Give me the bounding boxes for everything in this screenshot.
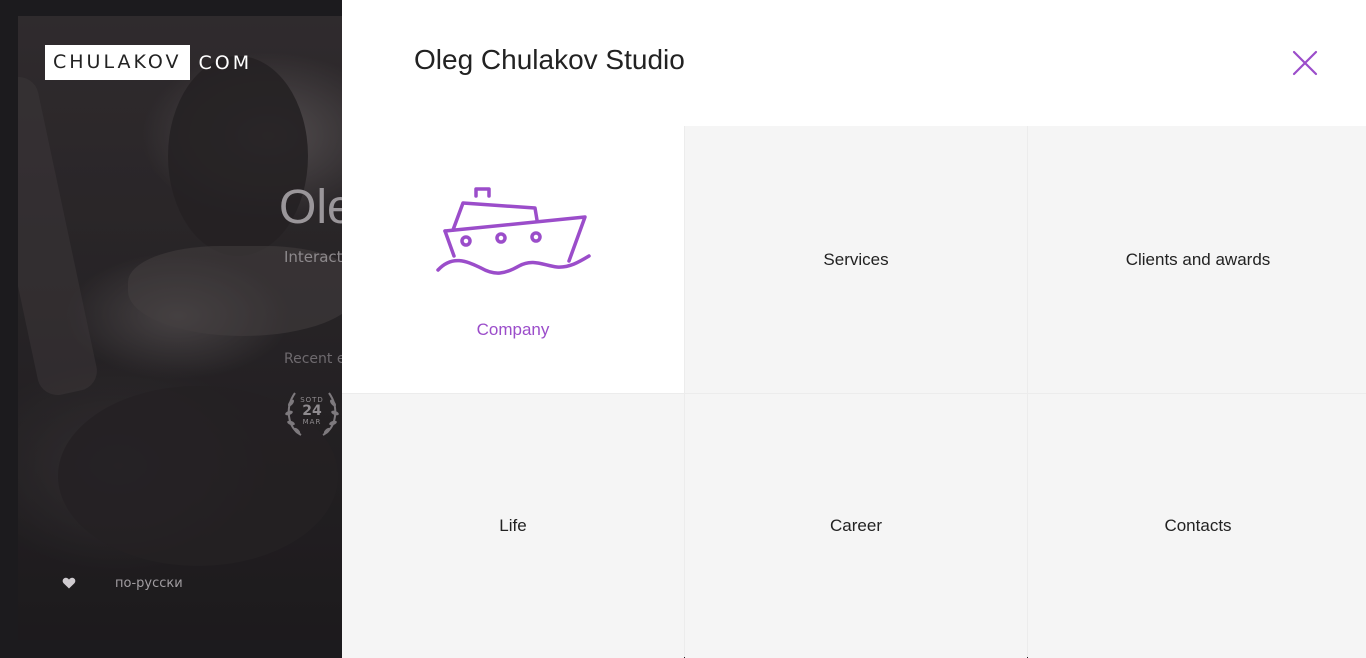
background-page <box>18 16 358 640</box>
menu-item-company[interactable]: Company <box>342 126 684 393</box>
menu-item-label: Services <box>823 249 889 269</box>
menu-item-label: Career <box>830 516 882 535</box>
site-logo[interactable]: CHULAKOV COM <box>45 45 252 80</box>
menu-item-clients-and-awards[interactable]: Clients and awards <box>1028 126 1366 393</box>
background-hero-subtitle: Interact <box>284 248 343 266</box>
menu-item-label: Company <box>476 319 550 339</box>
heart-icon[interactable] <box>62 576 76 590</box>
award-badge[interactable]: SOTD 24 MAR <box>283 383 341 443</box>
menu-item-label: Clients and awards <box>1125 249 1271 269</box>
logo-box-text: CHULAKOV <box>45 45 190 80</box>
menu-item-life[interactable]: Life <box>342 394 684 658</box>
menu-grid: Company Services Clients and awards Life… <box>342 126 1366 658</box>
menu-item-label: Life <box>499 516 527 535</box>
menu-item-label: Contacts <box>1164 516 1232 535</box>
menu-panel: Oleg Chulakov Studio Company Services Cl… <box>342 0 1366 658</box>
language-link[interactable]: по-русски <box>115 576 183 591</box>
close-icon[interactable] <box>1290 48 1320 78</box>
ship-icon <box>436 186 591 275</box>
menu-item-services[interactable]: Services <box>685 126 1027 393</box>
laurel-icon <box>285 392 339 436</box>
background-recent-label: Recent e <box>284 351 346 367</box>
menu-item-contacts[interactable]: Contacts <box>1028 394 1366 658</box>
logo-rest-text: COM <box>198 51 253 74</box>
menu-title: Oleg Chulakov Studio <box>414 44 685 75</box>
background-overlay <box>18 16 358 640</box>
menu-item-career[interactable]: Career <box>685 394 1027 658</box>
